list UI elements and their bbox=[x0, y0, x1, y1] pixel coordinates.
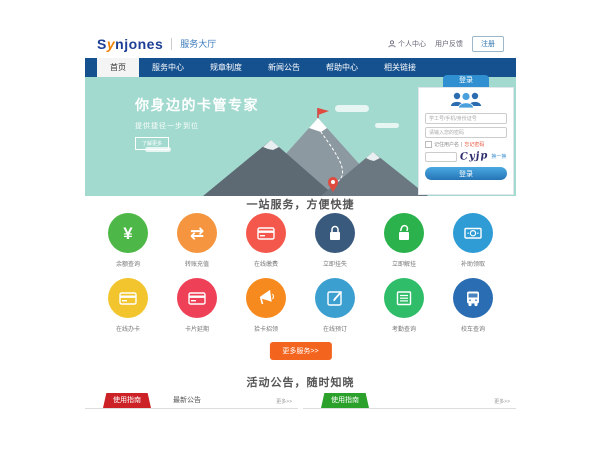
site-title: 服务大厅 bbox=[171, 38, 216, 50]
service-label: 补助领取 bbox=[444, 259, 502, 268]
service-school-bus-inquiry[interactable]: 校车查询 bbox=[444, 278, 502, 333]
service-card-extension[interactable]: 卡片延期 bbox=[168, 278, 226, 333]
captcha-row: Cyjp 换一换 bbox=[425, 151, 507, 162]
banknote-icon bbox=[463, 223, 483, 243]
service-found-card-claim[interactable]: 拾卡招领 bbox=[237, 278, 295, 333]
service-label: 考勤查询 bbox=[375, 324, 433, 333]
remember-row: 记住用户名 | 忘记密码 bbox=[425, 141, 507, 148]
service-label: 在线办卡 bbox=[99, 324, 157, 333]
service-online-card-apply[interactable]: 在线办卡 bbox=[99, 278, 157, 333]
more-services-button[interactable]: 更多服务>> bbox=[269, 342, 331, 360]
service-label: 转账充值 bbox=[168, 259, 226, 268]
nav-item-home[interactable]: 首页 bbox=[97, 58, 139, 77]
service-label: 立即解挂 bbox=[375, 259, 433, 268]
remember-label: 记住用户名 bbox=[434, 141, 459, 148]
register-button[interactable]: 注册 bbox=[472, 36, 504, 52]
service-unfreeze-card[interactable]: 立即解挂 bbox=[375, 213, 433, 268]
service-online-booking[interactable]: 在线预订 bbox=[306, 278, 364, 333]
transfer-arrows-icon: ⇄ bbox=[190, 225, 204, 242]
service-balance-inquiry[interactable]: ¥ 余额查询 bbox=[99, 213, 157, 268]
service-label: 立即挂失 bbox=[306, 259, 364, 268]
megaphone-icon bbox=[256, 288, 276, 308]
forgot-password-link[interactable]: 忘记密码 bbox=[464, 141, 484, 148]
captcha-image[interactable]: Cyjp bbox=[460, 150, 489, 162]
captcha-refresh-link[interactable]: 换一换 bbox=[491, 153, 506, 160]
more-link[interactable]: 更多>> bbox=[494, 398, 510, 405]
announcements-right-panel: 使用指南 更多>> bbox=[303, 392, 516, 409]
service-attendance-inquiry[interactable]: 考勤查询 bbox=[375, 278, 433, 333]
usage-guide-tab-red[interactable]: 使用指南 bbox=[103, 393, 151, 408]
service-label: 在线预订 bbox=[306, 324, 364, 333]
nav-item-help[interactable]: 帮助中心 bbox=[313, 58, 371, 77]
service-subsidy-collection[interactable]: 补助领取 bbox=[444, 213, 502, 268]
service-label: 校车查询 bbox=[444, 324, 502, 333]
service-label: 在线缴费 bbox=[237, 259, 295, 268]
login-submit-button[interactable]: 登录 bbox=[425, 167, 507, 180]
services-row-1: ¥ 余额查询 ⇄ 转账充值 在线缴费 立即挂失 立即解挂 bbox=[99, 213, 502, 268]
nav-item-service-center[interactable]: 服务中心 bbox=[139, 58, 197, 77]
account-input[interactable] bbox=[425, 113, 507, 124]
personal-center-link[interactable]: 个人中心 bbox=[388, 39, 426, 49]
list-icon bbox=[394, 288, 414, 308]
hero-subtitle: 提供捷径一步到位 bbox=[135, 121, 259, 131]
nav-item-rules[interactable]: 规章制度 bbox=[197, 58, 255, 77]
bank-card-icon bbox=[256, 223, 276, 243]
bus-icon bbox=[463, 288, 483, 308]
bank-card-icon bbox=[118, 288, 138, 308]
services-section-title: 一站服务，方便快捷 bbox=[85, 196, 516, 212]
logo-text-rest: njones bbox=[115, 36, 163, 52]
screenshot-root: Synjones 服务大厅 个人中心 用户反馈 注册 首页 服务中心 规章制度 … bbox=[0, 0, 600, 450]
service-label: 余额查询 bbox=[99, 259, 157, 268]
divider: | bbox=[461, 142, 462, 148]
nav-item-news[interactable]: 新闻公告 bbox=[255, 58, 313, 77]
service-online-payment[interactable]: 在线缴费 bbox=[237, 213, 295, 268]
logo-accent-bolt: y bbox=[107, 36, 115, 52]
services-row-2: 在线办卡 卡片延期 拾卡招领 在线预订 考勤查询 bbox=[99, 278, 502, 333]
header-right: 个人中心 用户反馈 注册 bbox=[388, 36, 504, 52]
service-transfer-recharge[interactable]: ⇄ 转账充值 bbox=[168, 213, 226, 268]
service-report-loss[interactable]: 立即挂失 bbox=[306, 213, 364, 268]
announcements-section-title: 活动公告，随时知晓 bbox=[85, 374, 516, 390]
login-panel: 登录 记住用户名 | 忘记密码 Cyjp 换一换 登录 bbox=[418, 75, 514, 195]
more-link[interactable]: 更多>> bbox=[276, 398, 292, 405]
captcha-input[interactable] bbox=[425, 152, 457, 162]
personal-center-label: 个人中心 bbox=[398, 39, 426, 49]
logo-text-s: S bbox=[97, 36, 107, 52]
usage-guide-tab-green[interactable]: 使用指南 bbox=[321, 393, 369, 408]
hero-cta-button[interactable]: 了解更多 bbox=[135, 137, 169, 150]
header: Synjones 服务大厅 个人中心 用户反馈 注册 bbox=[85, 30, 516, 58]
service-label: 卡片延期 bbox=[168, 324, 226, 333]
site-page: Synjones 服务大厅 个人中心 用户反馈 注册 首页 服务中心 规章制度 … bbox=[85, 30, 516, 422]
logo[interactable]: Synjones bbox=[97, 36, 163, 52]
edit-icon bbox=[325, 288, 345, 308]
user-feedback-link[interactable]: 用户反馈 bbox=[435, 39, 463, 49]
login-tab[interactable]: 登录 bbox=[443, 75, 489, 87]
login-form: 记住用户名 | 忘记密码 Cyjp 换一换 登录 bbox=[418, 87, 514, 195]
users-group-icon bbox=[449, 90, 483, 110]
lock-icon bbox=[325, 223, 345, 243]
latest-announcements-tab[interactable]: 最新公告 bbox=[173, 395, 201, 405]
yen-icon: ¥ bbox=[123, 225, 132, 242]
announcements-left-panel: 使用指南 最新公告 更多>> bbox=[85, 392, 298, 409]
service-label: 拾卡招领 bbox=[237, 324, 295, 333]
hero-text-block: 你身边的卡管专家 提供捷径一步到位 了解更多 bbox=[135, 95, 259, 150]
user-feedback-label: 用户反馈 bbox=[435, 39, 463, 49]
bank-card-icon bbox=[187, 288, 207, 308]
password-input[interactable] bbox=[425, 127, 507, 138]
remember-checkbox[interactable] bbox=[425, 141, 432, 148]
person-icon bbox=[388, 40, 396, 48]
hero-title: 你身边的卡管专家 bbox=[135, 95, 259, 115]
unlock-icon bbox=[394, 223, 414, 243]
